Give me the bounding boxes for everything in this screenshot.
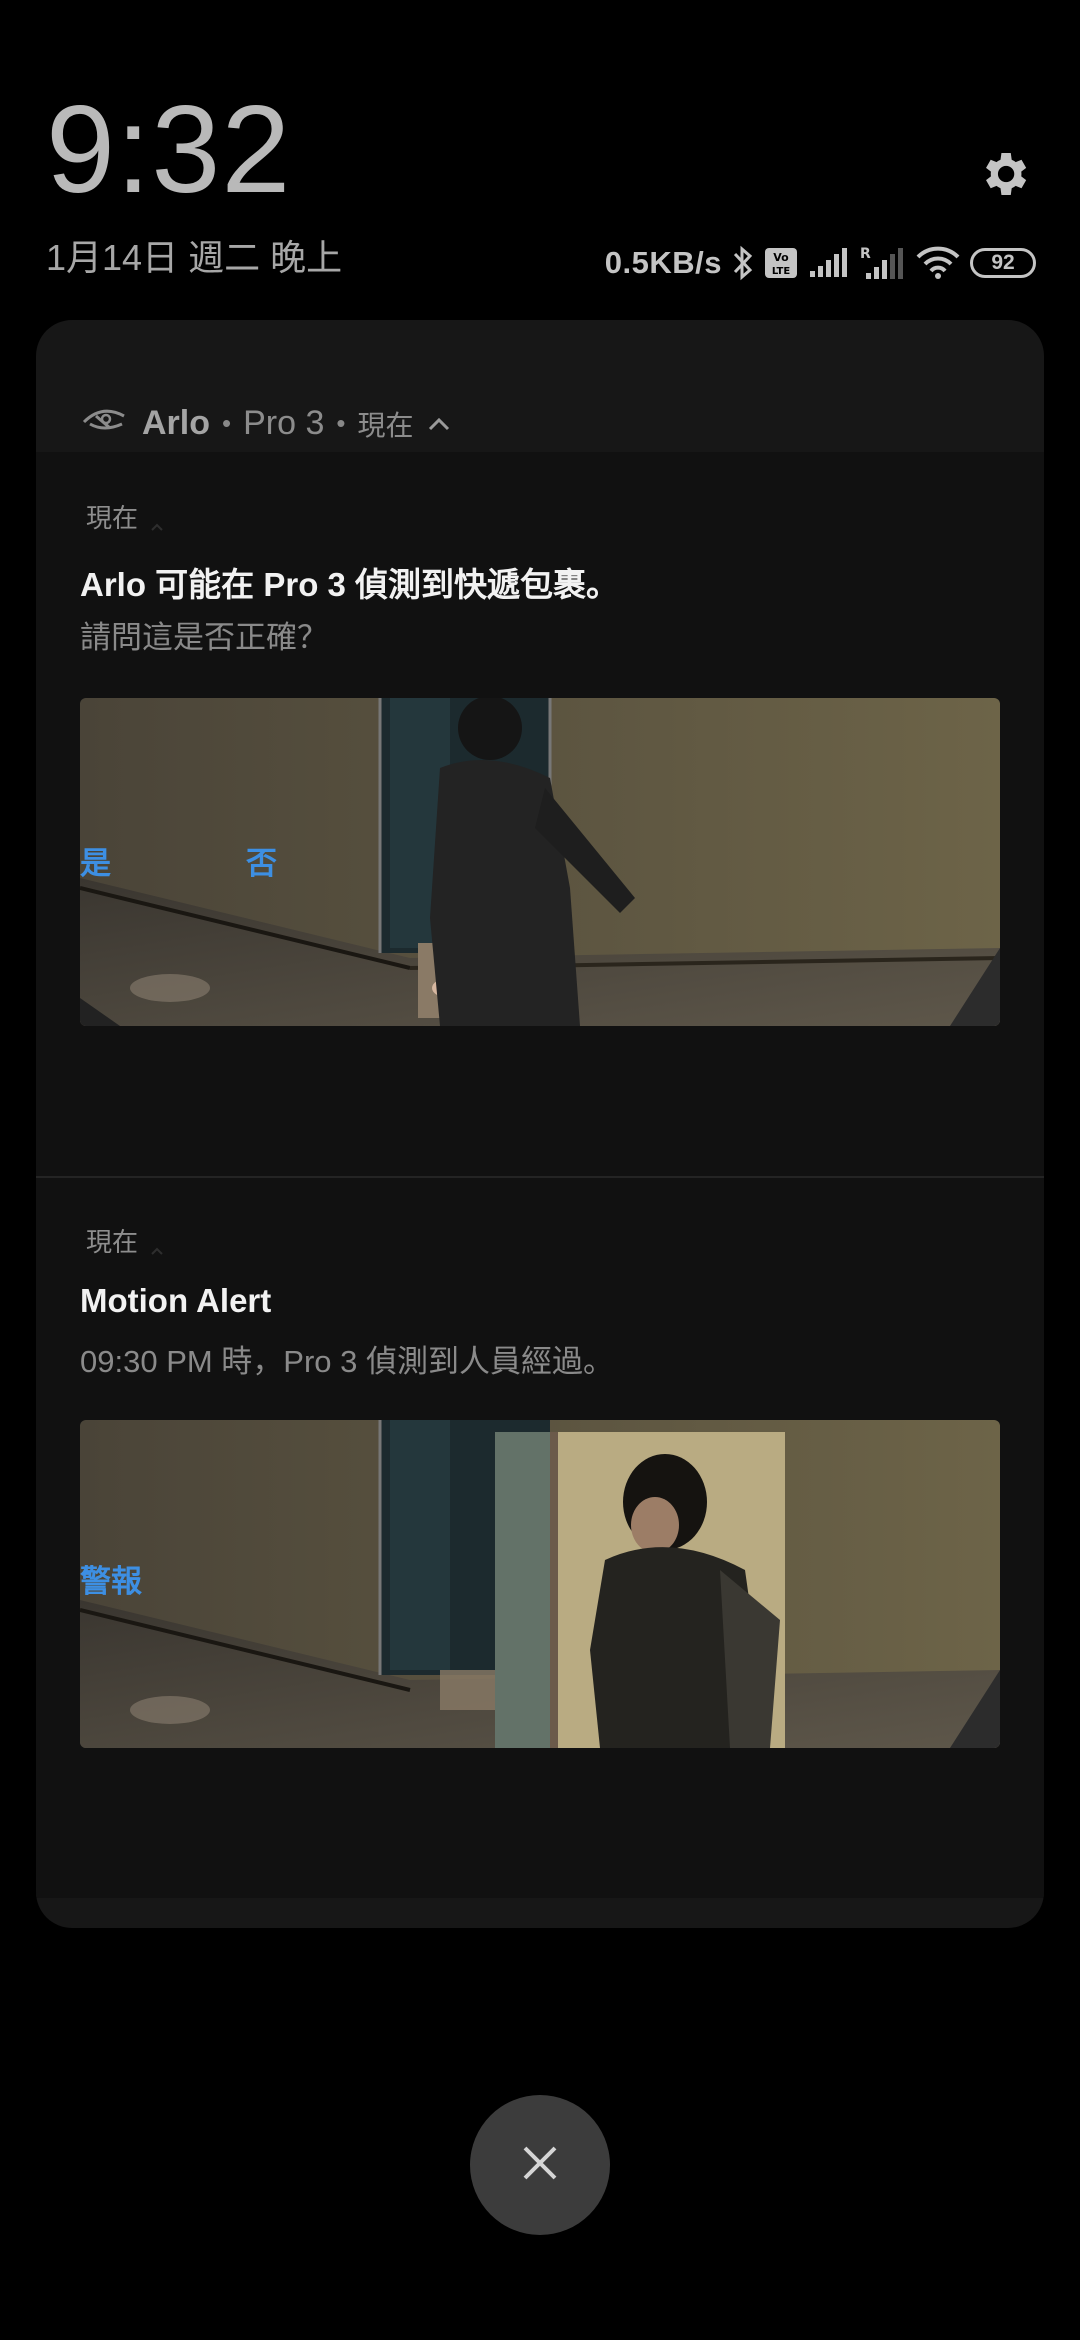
notification-group-header[interactable]: Arlo • Pro 3 • 現在 (80, 402, 452, 445)
wifi-icon (916, 246, 960, 280)
svg-text:R: R (860, 246, 871, 262)
svg-text:Vo: Vo (773, 251, 789, 264)
chevron-up-icon[interactable] (426, 404, 452, 443)
device-name: Pro 3 (243, 404, 325, 442)
svg-text:LTE: LTE (772, 266, 791, 277)
notification-title: Motion Alert (80, 1282, 272, 1319)
notification-body: 請問這是否正確？ (80, 620, 328, 655)
separator-dot: • (336, 408, 346, 438)
date-label: 1月14日 週二 晚上 (46, 237, 343, 278)
bluetooth-icon (732, 244, 754, 282)
clear-notifications-button[interactable] (470, 2095, 610, 2235)
yes-button[interactable]: 是 (80, 838, 111, 883)
battery-indicator: 92 (970, 248, 1036, 278)
notification-item[interactable]: 現在 Arlo 可能在 Pro 3 偵測到快遞包裹。 請問這是否正確？ 是 否 (36, 452, 1044, 1176)
app-name: Arlo (142, 404, 210, 442)
camera-snapshot[interactable] (80, 1420, 1000, 1748)
status-bar: 0.5KB/s Vo LTE R 92 (605, 244, 1036, 282)
close-icon (520, 2143, 560, 2188)
notification-time: 現在 (86, 498, 164, 535)
gear-icon[interactable] (976, 146, 1032, 202)
notification-time-text: 現在 (86, 1227, 139, 1257)
notification-item[interactable]: 現在 Motion Alert 09:30 PM 時，Pro 3 偵測到人員經過… (36, 1178, 1044, 1898)
group-time: 現在 (357, 409, 414, 441)
clock-time: 9:32 (46, 81, 292, 219)
alert-button[interactable]: 警報 (80, 1556, 142, 1601)
notification-group-card[interactable]: Arlo • Pro 3 • 現在 現在 Arlo 可能在 Pro 3 偵測到快… (36, 320, 1044, 1928)
chevron-up-icon[interactable] (150, 1234, 164, 1255)
arlo-logo-icon (80, 402, 130, 445)
chevron-up-icon[interactable] (150, 510, 164, 531)
camera-snapshot[interactable] (80, 698, 1000, 1026)
notification-title: Arlo 可能在 Pro 3 偵測到快遞包裹。 (80, 566, 620, 603)
notification-time: 現在 (86, 1222, 164, 1259)
volte-icon: Vo LTE (764, 247, 798, 279)
network-speed: 0.5KB/s (604, 245, 722, 280)
notification-body: 09:30 PM 時，Pro 3 偵測到人員經過。 (80, 1344, 615, 1379)
separator-dot: • (222, 408, 232, 438)
roaming-signal-icon: R (860, 245, 906, 281)
no-button[interactable]: 否 (246, 838, 277, 883)
notification-time-text: 現在 (86, 503, 139, 533)
signal-icon (808, 247, 850, 279)
